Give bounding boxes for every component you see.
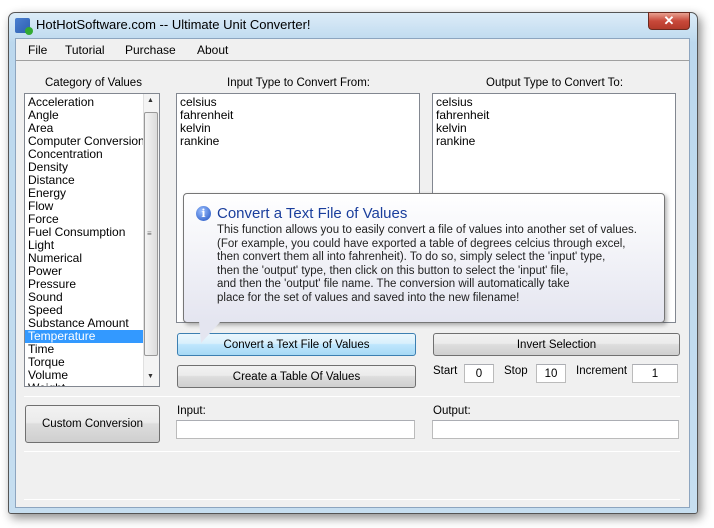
stop-input[interactable]: 10 — [536, 364, 566, 383]
input-field[interactable] — [176, 420, 415, 439]
list-item[interactable]: rankine — [180, 135, 416, 148]
menu-tutorial[interactable]: Tutorial — [65, 43, 105, 57]
stop-label: Stop — [504, 365, 528, 377]
menu-purchase[interactable]: Purchase — [125, 43, 176, 57]
tooltip-line: This function allows you to easily conve… — [217, 224, 637, 236]
menu-about[interactable]: About — [197, 43, 228, 57]
tooltip-line: place for the set of values and saved in… — [217, 291, 520, 304]
info-icon: i — [196, 206, 211, 221]
list-item[interactable]: fahrenheit — [180, 109, 416, 122]
tooltip-pointer — [199, 321, 221, 343]
menu-bar: File Tutorial Purchase About — [16, 39, 689, 61]
scroll-up-icon[interactable]: ▲ — [147, 97, 154, 104]
category-list[interactable]: Acceleration Angle Area Computer Conversion… — [24, 93, 160, 387]
output-field-label: Output: — [433, 405, 471, 417]
list-item[interactable]: Weight — [28, 382, 141, 387]
tooltip-line: and then the 'output' file name. The con… — [217, 278, 570, 290]
input-field-label: Input: — [177, 405, 206, 417]
output-field[interactable] — [432, 420, 679, 439]
divider — [24, 499, 680, 500]
create-table-button[interactable]: Create a Table Of Values — [177, 365, 416, 388]
input-type-label: Input Type to Convert From: — [227, 77, 370, 89]
output-type-label: Output Type to Convert To: — [486, 77, 624, 89]
list-item[interactable]: rankine — [436, 135, 672, 148]
scroll-down-icon[interactable]: ▼ — [147, 373, 154, 380]
list-item[interactable]: fahrenheit — [436, 109, 672, 122]
app-icon — [15, 18, 33, 35]
divider — [24, 451, 680, 452]
tooltip-line: then the 'output' type, then click on th… — [217, 264, 569, 277]
start-input[interactable]: 0 — [464, 364, 494, 383]
start-label: Start — [433, 365, 458, 377]
grip-icon: ≡ — [147, 229, 152, 238]
tooltip-body: This function allows you to easily conve… — [217, 224, 637, 305]
tooltip-line: then convert them all into fahrenheit). … — [217, 251, 606, 263]
close-button[interactable]: ✕ — [648, 12, 690, 30]
tooltip-line: (For example, you could have exported a … — [217, 237, 626, 250]
divider — [24, 396, 680, 397]
tooltip-title: Convert a Text File of Values — [217, 205, 408, 222]
menu-file[interactable]: File — [28, 43, 47, 57]
increment-label: Increment — [576, 365, 628, 377]
increment-input[interactable]: 1 — [632, 364, 678, 383]
invert-selection-button[interactable]: Invert Selection — [433, 333, 680, 356]
custom-conversion-button[interactable]: Custom Conversion — [25, 405, 160, 443]
window-title: HotHotSoftware.com -- Ultimate Unit Conv… — [36, 17, 311, 32]
category-label: Category of Values — [45, 77, 142, 89]
